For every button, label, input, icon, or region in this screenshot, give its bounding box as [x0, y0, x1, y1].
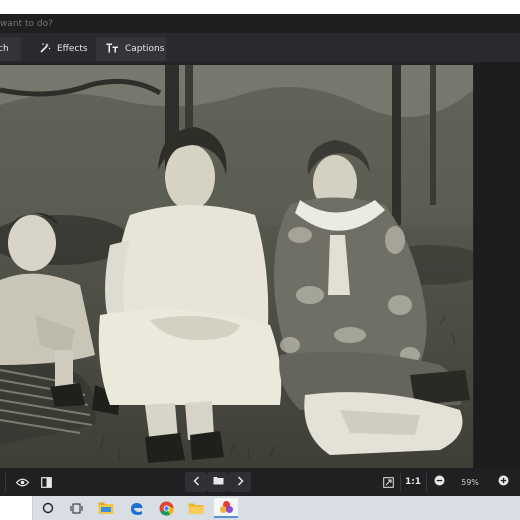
zoom-level: 59% — [461, 477, 479, 487]
tab-captions[interactable]: Captions — [96, 37, 166, 61]
cortana-icon[interactable] — [36, 498, 60, 518]
photo-canvas[interactable] — [0, 62, 520, 468]
taskbar-search-box[interactable] — [0, 496, 33, 520]
plus-circle-icon — [498, 475, 509, 489]
tab-touch[interactable]: ch — [0, 37, 21, 61]
divider — [426, 473, 427, 491]
zoom-out-button[interactable] — [430, 472, 448, 492]
tab-captions-label: Captions — [125, 44, 165, 54]
zoom-in-button[interactable] — [494, 472, 512, 492]
window-top-strip — [0, 0, 520, 14]
folder-icon[interactable] — [184, 498, 208, 518]
tab-touch-label: ch — [0, 44, 9, 54]
tell-me-search-bar[interactable] — [0, 14, 520, 34]
magic-wand-icon — [40, 42, 51, 56]
divider — [5, 473, 6, 491]
folder-button[interactable] — [207, 472, 229, 492]
search-input[interactable] — [0, 17, 200, 30]
text-caption-icon — [106, 43, 119, 56]
folder-icon — [213, 476, 224, 488]
chrome-icon[interactable] — [154, 498, 178, 518]
divider — [400, 473, 401, 491]
tab-effects[interactable]: Effects — [30, 37, 90, 61]
photos-app-icon[interactable] — [214, 498, 238, 518]
task-view-icon[interactable] — [64, 498, 88, 518]
previous-button[interactable] — [185, 472, 207, 492]
editor-toolbar: ch Effects Captions — [0, 34, 520, 62]
right-panel-strip — [474, 62, 520, 468]
actual-size-button[interactable]: 1:1 — [402, 472, 424, 492]
eye-icon[interactable] — [12, 472, 32, 492]
windows-taskbar — [0, 496, 520, 520]
edge-icon[interactable] — [124, 498, 148, 518]
tab-effects-label: Effects — [57, 44, 88, 54]
minus-circle-icon — [434, 475, 445, 489]
compare-icon[interactable] — [36, 472, 56, 492]
chevron-right-icon — [237, 475, 244, 489]
next-button[interactable] — [229, 472, 251, 492]
chevron-left-icon — [192, 475, 200, 489]
fit-to-window-icon[interactable] — [378, 472, 398, 492]
file-explorer-icon[interactable] — [94, 498, 118, 518]
photo-image — [0, 65, 473, 468]
bottom-toolbar: 1:1 59% — [0, 468, 520, 496]
